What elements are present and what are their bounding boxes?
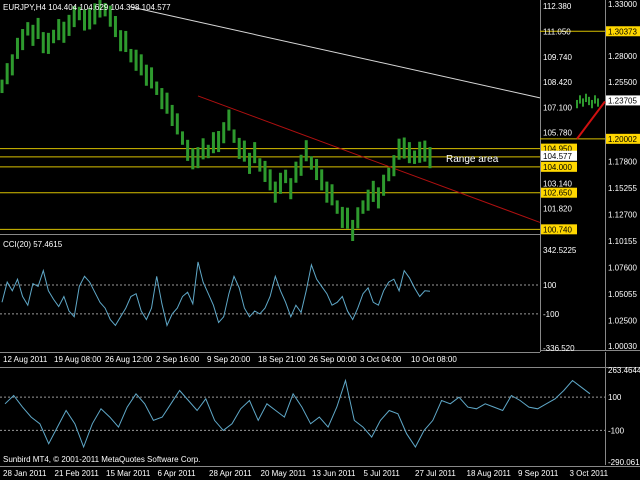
main-y-tick-4: 107.100	[543, 103, 572, 112]
right-y-tick-8: 1.12700	[608, 211, 637, 220]
cci-y-label-3: -336.520	[543, 344, 575, 353]
current-price-label: 104.577	[543, 152, 572, 161]
chart-frame	[0, 0, 640, 480]
bottom-x-axis: 28 Jan 2011 21 Feb 2011 15 Mar 2011 6 Apr 2…	[3, 469, 609, 478]
right-y-tick-13: 1.00030	[608, 342, 637, 351]
right-y-tick-5: 1.20002	[608, 135, 637, 144]
main-x-tick-1: 19 Aug 08:00	[54, 355, 102, 364]
right-y-tick-4: 1.23705	[608, 96, 637, 105]
bottom-y-label-2: -100	[608, 426, 625, 435]
bottom-x-tick-9: 18 Aug 2011	[467, 469, 512, 478]
main-y-tick-3: 108.420	[543, 78, 572, 87]
price-label-3: 102.650	[543, 189, 572, 198]
cci-y-label-2: -100	[543, 310, 560, 319]
bottom-y-label-3: -290.061	[608, 458, 640, 467]
terminal-window: 342.5225 100 -100 -336.520 263.4644 100 -100 -…	[0, 0, 640, 480]
main-x-tick-5: 18 Sep 21:00	[258, 355, 306, 364]
main-x-tick-7: 3 Oct 04:00	[360, 355, 402, 364]
main-x-tick-6: 26 Sep 00:00	[309, 355, 357, 364]
bottom-y-label-1: 100	[608, 393, 622, 402]
bottom-x-tick-2: 15 Mar 2011	[106, 469, 151, 478]
right-y-tick-11: 1.05055	[608, 290, 637, 299]
main-y-tick-1: 111.050	[543, 28, 571, 37]
right-y-tick-2: 1.28000	[608, 52, 637, 61]
copyright-footer: Sunbird MT4, © 2001-2011 MetaQuotes Soft…	[3, 455, 200, 464]
main-y-tick-0: 112.380	[543, 2, 572, 11]
right-y-tick-10: 1.07600	[608, 263, 637, 272]
main-x-tick-0: 12 Aug 2011	[3, 355, 48, 364]
right-y-tick-0: 1.33000	[608, 0, 637, 9]
price-label-2: 104.000	[543, 163, 572, 172]
bottom-x-tick-1: 21 Feb 2011	[55, 469, 100, 478]
bottom-x-tick-6: 13 Jun 2011	[312, 469, 356, 478]
main-y-tick-2: 109.740	[543, 53, 572, 62]
main-y-tick-5: 105.780	[543, 129, 572, 138]
right-y-tick-12: 1.02500	[608, 316, 637, 325]
bottom-x-tick-3: 6 Apr 2011	[158, 469, 197, 478]
right-y-tick-6: 1.17800	[608, 158, 637, 167]
main-x-tick-3: 2 Sep 16:00	[156, 355, 200, 364]
bottom-x-tick-0: 28 Jan 2011	[3, 469, 47, 478]
main-chart-title: EURJPY,H4 104.404 104.629 104.398 104.57…	[3, 3, 171, 12]
bottom-x-tick-4: 28 Apr 2011	[209, 469, 252, 478]
right-y-tick-1: 1.30373	[608, 27, 637, 36]
main-x-tick-2: 26 Aug 12:00	[105, 355, 153, 364]
main-x-tick-8: 10 Oct 08:00	[411, 355, 457, 364]
price-label-4: 100.740	[543, 225, 572, 234]
cci-panel-title: CCI(20) 57.4615	[3, 240, 63, 249]
charts-canvas: 342.5225 100 -100 -336.520 263.4644 100 -100 -…	[0, 0, 640, 480]
bottom-x-tick-5: 20 May 2011	[261, 469, 307, 478]
bottom-x-tick-8: 27 Jul 2011	[415, 469, 456, 478]
right-y-tick-9: 1.10155	[608, 237, 637, 246]
main-y-tick-7: 101.820	[543, 205, 572, 214]
main-x-tick-4: 9 Sep 20:00	[207, 355, 251, 364]
main-x-axis: 12 Aug 2011 19 Aug 08:00 26 Aug 12:00 2 Sep…	[3, 355, 457, 364]
bottom-x-tick-10: 9 Sep 2011	[518, 469, 559, 478]
bottom-y-label-0: 263.4644	[608, 366, 640, 375]
right-y-tick-7: 1.15255	[608, 184, 637, 193]
bottom-x-tick-7: 5 Jul 2011	[364, 469, 401, 478]
cci-y-label-1: 100	[543, 281, 557, 290]
cci-y-label-0: 342.5225	[543, 246, 577, 255]
bottom-x-tick-11: 3 Oct 2011	[570, 469, 609, 478]
range-area-label: Range area	[446, 154, 499, 165]
main-y-tick-6: 103.140	[543, 179, 572, 188]
right-y-tick-3: 1.25500	[608, 78, 637, 87]
